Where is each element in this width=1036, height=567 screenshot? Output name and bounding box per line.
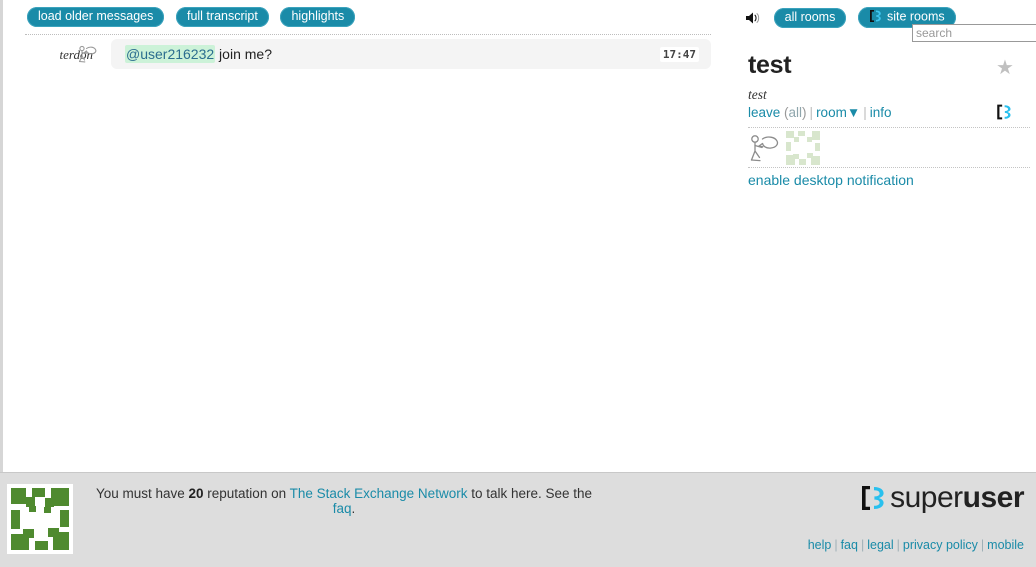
chat-page: load older messages full transcript high… [0, 0, 1036, 567]
site-rooms-label: site rooms [886, 9, 945, 24]
faq-link[interactable]: faq [333, 501, 352, 516]
page-title[interactable]: test [748, 51, 792, 80]
speaker-icon[interactable] [745, 11, 763, 25]
reputation-notice: You must have 20 reputation on The Stack… [88, 486, 600, 516]
message-body: join me? [215, 46, 272, 62]
logo-text-super: super [890, 481, 963, 514]
message-separator [25, 34, 711, 35]
full-transcript-button[interactable]: full transcript [175, 7, 269, 27]
room-info-link[interactable]: info [870, 105, 892, 120]
chevron-down-icon: ▼ [846, 105, 861, 120]
room-menu-label: room [816, 105, 847, 120]
user-avatar-user216232[interactable] [786, 131, 820, 165]
divider: | [860, 538, 865, 552]
mention-link[interactable]: @user216232 [125, 45, 216, 63]
message-timestamp[interactable]: 17:47 [659, 47, 699, 62]
superuser-bracket-icon [860, 483, 886, 513]
leave-all-group: (all) [780, 105, 807, 120]
footer-link-privacy-policy[interactable]: privacy policy [903, 538, 978, 552]
chat-toolbar: load older messages full transcript high… [3, 0, 733, 34]
footer-link-faq[interactable]: faq [841, 538, 858, 552]
highlights-button[interactable]: highlights [280, 7, 356, 27]
divider: | [980, 538, 985, 552]
room-menu-link[interactable]: room▼ [816, 105, 860, 120]
load-older-messages-button[interactable]: load older messages [27, 7, 165, 27]
footer-link-help[interactable]: help [808, 538, 832, 552]
divider [748, 167, 1030, 168]
sidebar: all rooms site rooms test ★ test leave (… [740, 0, 1036, 472]
user-avatar-terdon[interactable] [748, 131, 782, 165]
logo-text-user: user [962, 481, 1025, 514]
divider: | [863, 105, 867, 120]
notice-period: . [351, 501, 356, 516]
table-row: terdon @user216232 join me? 17:47 [3, 39, 733, 69]
superuser-site-icon[interactable] [996, 103, 1012, 121]
notice-middle: reputation on [203, 486, 290, 501]
footer-link-mobile[interactable]: mobile [987, 538, 1024, 552]
divider: | [834, 538, 838, 552]
notice-prefix: You must have [95, 486, 189, 501]
message-text: @user216232 join me? [125, 45, 272, 63]
message-bubble[interactable]: @user216232 join me? 17:47 [111, 39, 711, 69]
enable-desktop-notification-link[interactable]: enable desktop notification [748, 172, 914, 188]
superuser-logo[interactable]: superuser [860, 483, 1025, 515]
user-identicon [7, 484, 73, 554]
leave-all-rooms-link[interactable]: all [789, 105, 803, 120]
star-icon[interactable]: ★ [996, 58, 1014, 78]
reputation-amount: 20 [188, 486, 204, 501]
divider [748, 127, 1030, 128]
stack-exchange-network-link[interactable]: The Stack Exchange Network [290, 486, 468, 501]
superuser-logo-text: superuser [890, 483, 1024, 513]
divider: | [809, 105, 814, 120]
leave-room-link[interactable]: leave [748, 105, 780, 120]
users-list [748, 131, 1030, 167]
chat-column: load older messages full transcript high… [0, 0, 730, 472]
room-controls: leave (all) | room▼ | info [748, 105, 892, 120]
notice-suffix: to talk here. See the [467, 486, 593, 501]
all-rooms-button[interactable]: all rooms [773, 7, 847, 28]
search-input[interactable] [912, 24, 1036, 42]
messages-area: terdon @user216232 join me? 17:47 [3, 34, 733, 472]
superuser-bracket-icon [869, 9, 882, 23]
message-avatar[interactable] [77, 43, 99, 65]
room-description: test [748, 87, 767, 102]
footer-link-legal[interactable]: legal [867, 538, 893, 552]
footer-links: help | faq | legal | privacy policy | mobile [808, 538, 1024, 552]
divider: | [896, 538, 900, 552]
